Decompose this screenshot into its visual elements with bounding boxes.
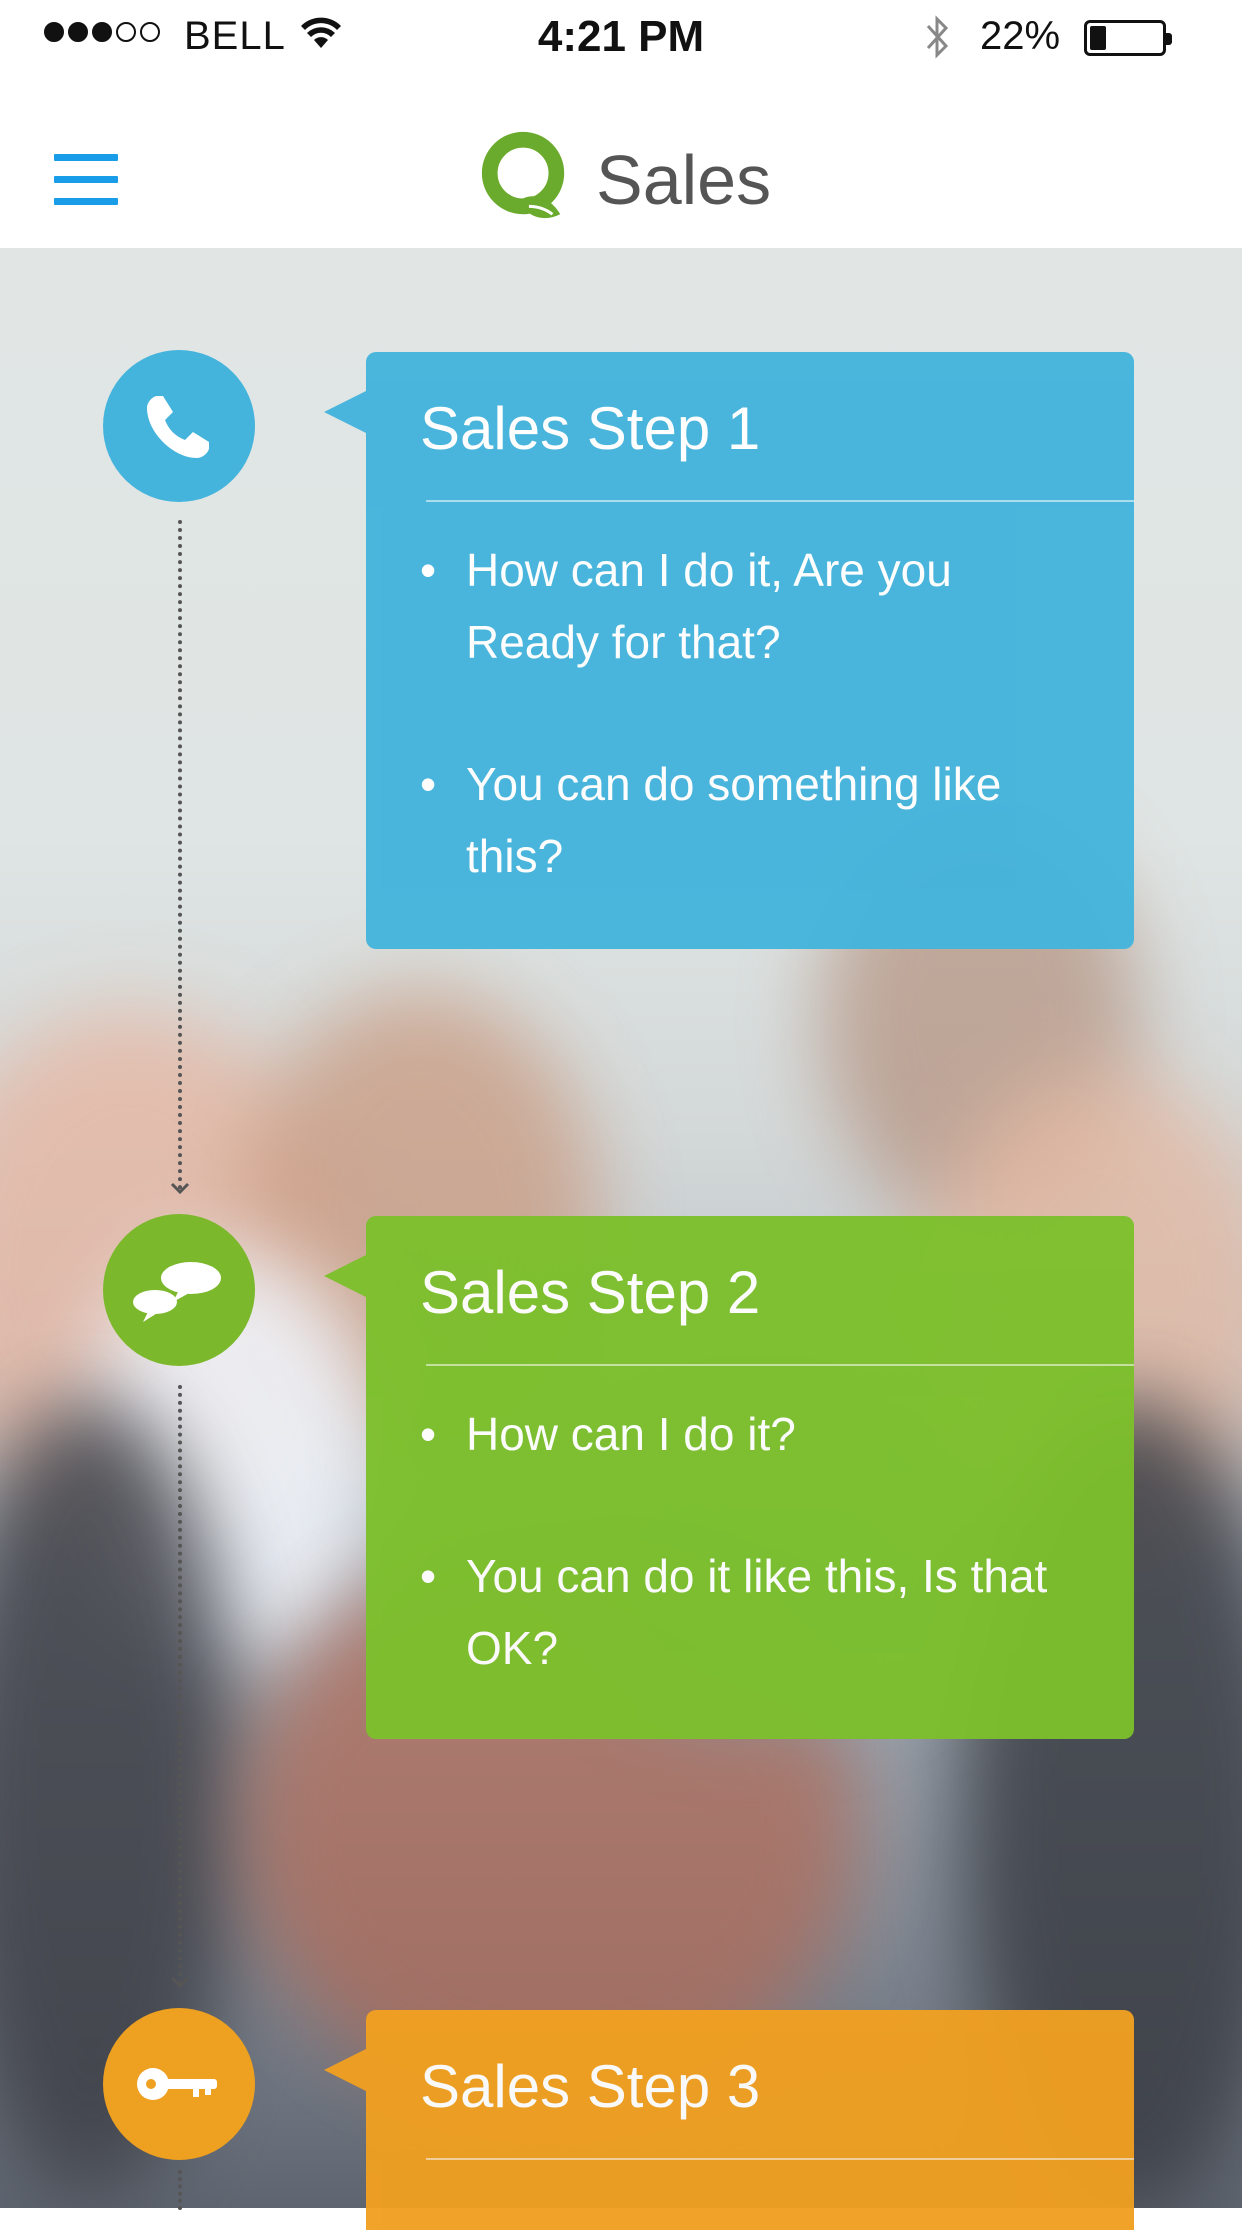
chevron-down-icon [170,1182,190,1195]
page-title: Sales [596,141,772,219]
sales-step-1-card[interactable]: Sales Step 1 How can I do it, Are you Re… [324,352,1134,949]
list-item: How can I do it, Are you Ready for that? [420,534,1094,678]
timeline-connector [178,2170,182,2210]
key-icon [137,2068,217,2100]
step-3-icon-circle[interactable] [103,2008,255,2160]
battery-icon [1084,20,1172,56]
step-1-icon-circle[interactable] [103,350,255,502]
list-item: You can do it like this, Is that OK? [420,1540,1094,1684]
step-bullet-list: How can I do it, Are you Ready for that?… [420,534,1094,962]
step-title: Sales Step 3 [420,2053,761,2120]
hamburger-menu-icon[interactable] [54,154,118,206]
step-2-icon-circle[interactable] [103,1214,255,1366]
chat-bubbles-icon [133,1262,221,1322]
divider [426,2158,1134,2160]
navigation-bar: Sales [0,76,1242,248]
status-bar: BELL 4:21 PM 22% [0,0,1242,76]
divider [426,500,1134,502]
sales-step-3-card[interactable]: Sales Step 3 [324,2010,1134,2230]
app-logo [481,131,565,219]
bluetooth-icon [926,15,949,59]
phone-icon [147,396,209,458]
step-bullet-list: How can I do it? You can do it like this… [420,1398,1094,1754]
step-title: Sales Step 2 [420,1259,761,1326]
timeline-connector [178,520,182,1190]
list-item: How can I do it? [420,1398,1094,1470]
divider [426,1364,1134,1366]
step-title: Sales Step 1 [420,395,761,462]
battery-percent: 22% [980,14,1061,58]
sales-step-2-card[interactable]: Sales Step 2 How can I do it? You can do… [324,1216,1134,1739]
timeline-connector [178,1385,182,1985]
chevron-down-icon [170,1976,190,1989]
list-item: You can do something like this? [420,748,1094,892]
